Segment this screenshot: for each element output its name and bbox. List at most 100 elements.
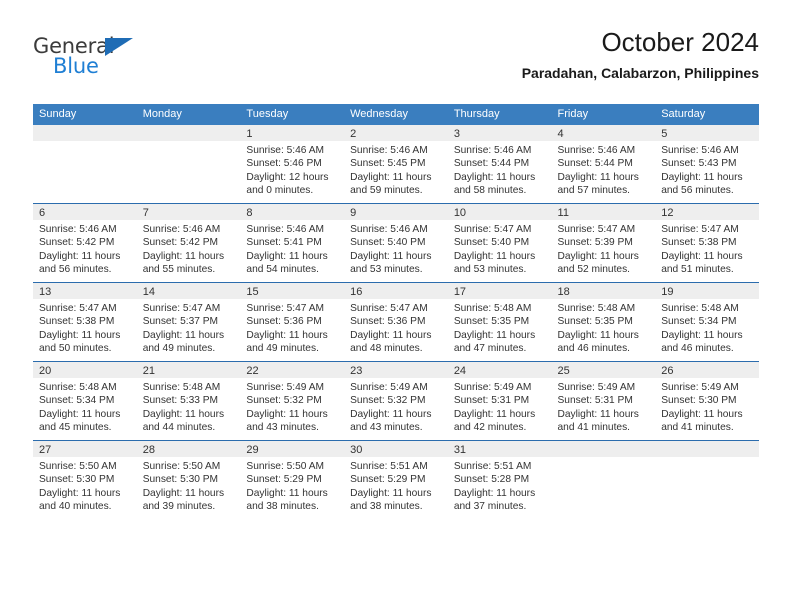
day-details: Sunrise: 5:47 AM Sunset: 5:40 PM Daylight:… xyxy=(448,220,552,277)
calendar-day-cell[interactable]: 18 Sunrise: 5:48 AM Sunset: 5:35 PM Dayligh… xyxy=(551,282,656,362)
day-details: Sunrise: 5:46 AM Sunset: 5:41 PM Daylight:… xyxy=(240,220,344,277)
day-sunset-text: Sunset: 5:36 PM xyxy=(246,316,322,328)
day-sunrise-text: Sunrise: 5:46 AM xyxy=(661,145,739,156)
calendar-day-cell[interactable]: 4 Sunrise: 5:46 AM Sunset: 5:44 PM Daylight… xyxy=(551,125,656,204)
day-daylight2-text: and 41 minutes. xyxy=(661,422,734,434)
day-sunset-text: Sunset: 5:42 PM xyxy=(142,237,219,249)
calendar-day-cell[interactable]: 12 Sunrise: 5:47 AM Sunset: 5:38 PM Dayligh… xyxy=(655,203,759,283)
day-details: Sunrise: 5:46 AM Sunset: 5:40 PM Daylight:… xyxy=(344,220,448,277)
day-sunset-text: Sunset: 5:39 PM xyxy=(557,237,633,249)
day-daylight2-text: and 51 minutes. xyxy=(661,264,734,276)
day-sunrise-text: Sunrise: 5:46 AM xyxy=(350,145,428,156)
calendar-day-cell[interactable]: 28 Sunrise: 5:50 AM Sunset: 5:30 PM Dayligh… xyxy=(136,440,241,519)
day-details: Sunrise: 5:49 AM Sunset: 5:31 PM Daylight:… xyxy=(448,378,552,435)
calendar-day-cell[interactable]: 16 Sunrise: 5:47 AM Sunset: 5:36 PM Dayligh… xyxy=(344,282,448,362)
day-sunrise-text: Sunrise: 5:46 AM xyxy=(246,145,324,156)
day-details: Sunrise: 5:46 AM Sunset: 5:42 PM Daylight:… xyxy=(137,220,241,277)
day-sunrise-text: Sunrise: 5:49 AM xyxy=(557,382,636,393)
weekday-header-monday: Monday xyxy=(136,104,241,125)
day-number: 28 xyxy=(136,441,241,457)
calendar-day-cell[interactable]: 14 Sunrise: 5:47 AM Sunset: 5:37 PM Dayligh… xyxy=(136,282,241,362)
day-number: 12 xyxy=(655,204,759,220)
day-sunrise-text: Sunrise: 5:48 AM xyxy=(453,303,532,314)
day-daylight2-text: and 37 minutes. xyxy=(453,501,527,513)
day-details: Sunrise: 5:49 AM Sunset: 5:32 PM Daylight:… xyxy=(240,378,344,435)
day-sunset-text: Sunset: 5:30 PM xyxy=(661,395,737,407)
day-daylight1-text: Daylight: 11 hours xyxy=(246,487,328,499)
calendar-day-cell[interactable]: 19 Sunrise: 5:48 AM Sunset: 5:34 PM Dayligh… xyxy=(655,282,759,362)
day-sunset-text: Sunset: 5:36 PM xyxy=(350,316,426,328)
calendar-day-cell[interactable]: 25 Sunrise: 5:49 AM Sunset: 5:31 PM Dayligh… xyxy=(551,361,656,441)
day-number: 10 xyxy=(447,204,552,220)
day-sunrise-text: Sunrise: 5:47 AM xyxy=(350,303,428,314)
day-daylight2-text: and 41 minutes. xyxy=(557,422,631,434)
day-details: Sunrise: 5:48 AM Sunset: 5:35 PM Daylight:… xyxy=(448,299,552,356)
day-sunrise-text: Sunrise: 5:49 AM xyxy=(661,382,739,393)
day-sunrise-text: Sunrise: 5:47 AM xyxy=(453,224,532,235)
calendar-day-cell[interactable]: 27 Sunrise: 5:50 AM Sunset: 5:30 PM Dayligh… xyxy=(33,440,137,519)
calendar-day-cell[interactable]: 15 Sunrise: 5:47 AM Sunset: 5:36 PM Dayligh… xyxy=(240,282,345,362)
generalblue-logo[interactable]: General Blue xyxy=(33,34,153,80)
day-sunset-text: Sunset: 5:41 PM xyxy=(246,237,322,249)
day-details: Sunrise: 5:46 AM Sunset: 5:45 PM Daylight:… xyxy=(344,141,448,198)
calendar-week-row: 20 Sunrise: 5:48 AM Sunset: 5:34 PM Dayligh… xyxy=(33,361,759,441)
day-sunrise-text: Sunrise: 5:48 AM xyxy=(142,382,221,393)
day-details: Sunrise: 5:47 AM Sunset: 5:36 PM Daylight:… xyxy=(344,299,448,356)
day-daylight2-text: and 46 minutes. xyxy=(557,343,631,355)
day-daylight2-text: and 54 minutes. xyxy=(246,264,319,276)
day-sunset-text: Sunset: 5:44 PM xyxy=(557,158,633,170)
day-daylight1-text: Daylight: 11 hours xyxy=(661,408,743,420)
day-sunset-text: Sunset: 5:43 PM xyxy=(661,158,737,170)
day-daylight1-text: Daylight: 11 hours xyxy=(453,487,536,499)
day-daylight2-text: and 45 minutes. xyxy=(39,422,112,434)
calendar-day-cell[interactable]: 6 Sunrise: 5:46 AM Sunset: 5:42 PM Daylight… xyxy=(33,203,137,283)
day-daylight1-text: Daylight: 11 hours xyxy=(350,487,432,499)
day-daylight1-text: Daylight: 11 hours xyxy=(557,408,639,420)
calendar-day-cell[interactable]: 2 Sunrise: 5:46 AM Sunset: 5:45 PM Daylight… xyxy=(344,125,448,204)
calendar-week-row: 27 Sunrise: 5:50 AM Sunset: 5:30 PM Dayligh… xyxy=(33,440,759,519)
calendar-day-cell[interactable]: 30 Sunrise: 5:51 AM Sunset: 5:29 PM Dayligh… xyxy=(344,440,448,519)
calendar-day-cell[interactable]: 24 Sunrise: 5:49 AM Sunset: 5:31 PM Dayligh… xyxy=(447,361,552,441)
day-daylight2-text: and 53 minutes. xyxy=(453,264,527,276)
day-sunrise-text: Sunrise: 5:49 AM xyxy=(246,382,324,393)
calendar-day-cell[interactable]: 10 Sunrise: 5:47 AM Sunset: 5:40 PM Dayligh… xyxy=(447,203,552,283)
day-sunset-text: Sunset: 5:38 PM xyxy=(661,237,737,249)
day-daylight1-text: Daylight: 12 hours xyxy=(246,171,329,183)
day-daylight1-text: Daylight: 11 hours xyxy=(557,250,639,262)
day-sunrise-text: Sunrise: 5:48 AM xyxy=(39,382,117,393)
calendar-day-cell[interactable]: 5 Sunrise: 5:46 AM Sunset: 5:43 PM Daylight… xyxy=(655,125,759,204)
day-sunset-text: Sunset: 5:40 PM xyxy=(350,237,426,249)
day-number: 31 xyxy=(447,441,552,457)
day-daylight1-text: Daylight: 11 hours xyxy=(350,171,432,183)
calendar-week-row: 13 Sunrise: 5:47 AM Sunset: 5:38 PM Dayligh… xyxy=(33,282,759,362)
calendar-day-cell[interactable]: 3 Sunrise: 5:46 AM Sunset: 5:44 PM Daylight… xyxy=(447,125,552,204)
calendar-day-cell[interactable]: 8 Sunrise: 5:46 AM Sunset: 5:41 PM Daylight… xyxy=(240,203,345,283)
calendar-day-cell[interactable]: 17 Sunrise: 5:48 AM Sunset: 5:35 PM Dayligh… xyxy=(447,282,552,362)
calendar-day-cell[interactable]: 22 Sunrise: 5:49 AM Sunset: 5:32 PM Dayligh… xyxy=(240,361,345,441)
day-daylight2-text: and 56 minutes. xyxy=(661,185,734,197)
calendar-day-cell[interactable]: 23 Sunrise: 5:49 AM Sunset: 5:32 PM Dayligh… xyxy=(344,361,448,441)
day-details: Sunrise: 5:46 AM Sunset: 5:42 PM Daylight:… xyxy=(33,220,137,277)
calendar-day-cell[interactable]: 21 Sunrise: 5:48 AM Sunset: 5:33 PM Dayligh… xyxy=(136,361,241,441)
calendar-day-cell[interactable]: 26 Sunrise: 5:49 AM Sunset: 5:30 PM Dayligh… xyxy=(655,361,759,441)
calendar-day-cell[interactable]: 9 Sunrise: 5:46 AM Sunset: 5:40 PM Daylight… xyxy=(344,203,448,283)
calendar-day-cell[interactable]: 11 Sunrise: 5:47 AM Sunset: 5:39 PM Dayligh… xyxy=(551,203,656,283)
calendar-day-cell[interactable]: 13 Sunrise: 5:47 AM Sunset: 5:38 PM Dayligh… xyxy=(33,282,137,362)
day-daylight2-text: and 49 minutes. xyxy=(142,343,216,355)
day-number: 1 xyxy=(240,125,345,141)
day-daylight1-text: Daylight: 11 hours xyxy=(246,329,328,341)
day-sunset-text: Sunset: 5:46 PM xyxy=(246,158,322,170)
day-details: Sunrise: 5:47 AM Sunset: 5:39 PM Daylight:… xyxy=(552,220,656,277)
calendar-week-row: 1 Sunrise: 5:46 AM Sunset: 5:46 PM Daylight… xyxy=(33,125,759,204)
day-details: Sunrise: 5:48 AM Sunset: 5:35 PM Daylight:… xyxy=(552,299,656,356)
day-daylight2-text: and 39 minutes. xyxy=(142,501,216,513)
calendar-day-cell[interactable]: 7 Sunrise: 5:46 AM Sunset: 5:42 PM Daylight… xyxy=(136,203,241,283)
calendar-day-cell[interactable]: 31 Sunrise: 5:51 AM Sunset: 5:28 PM Dayligh… xyxy=(447,440,552,519)
day-number: 25 xyxy=(551,362,656,378)
calendar-day-cell[interactable]: 20 Sunrise: 5:48 AM Sunset: 5:34 PM Dayligh… xyxy=(33,361,137,441)
day-details: Sunrise: 5:46 AM Sunset: 5:44 PM Daylight:… xyxy=(448,141,552,198)
calendar-page: General Blue October 2024 Paradahan, Cal… xyxy=(0,0,792,612)
day-daylight1-text: Daylight: 11 hours xyxy=(661,250,743,262)
calendar-day-cell[interactable]: 1 Sunrise: 5:46 AM Sunset: 5:46 PM Daylight… xyxy=(240,125,345,204)
calendar-day-cell[interactable]: 29 Sunrise: 5:50 AM Sunset: 5:29 PM Dayligh… xyxy=(240,440,345,519)
